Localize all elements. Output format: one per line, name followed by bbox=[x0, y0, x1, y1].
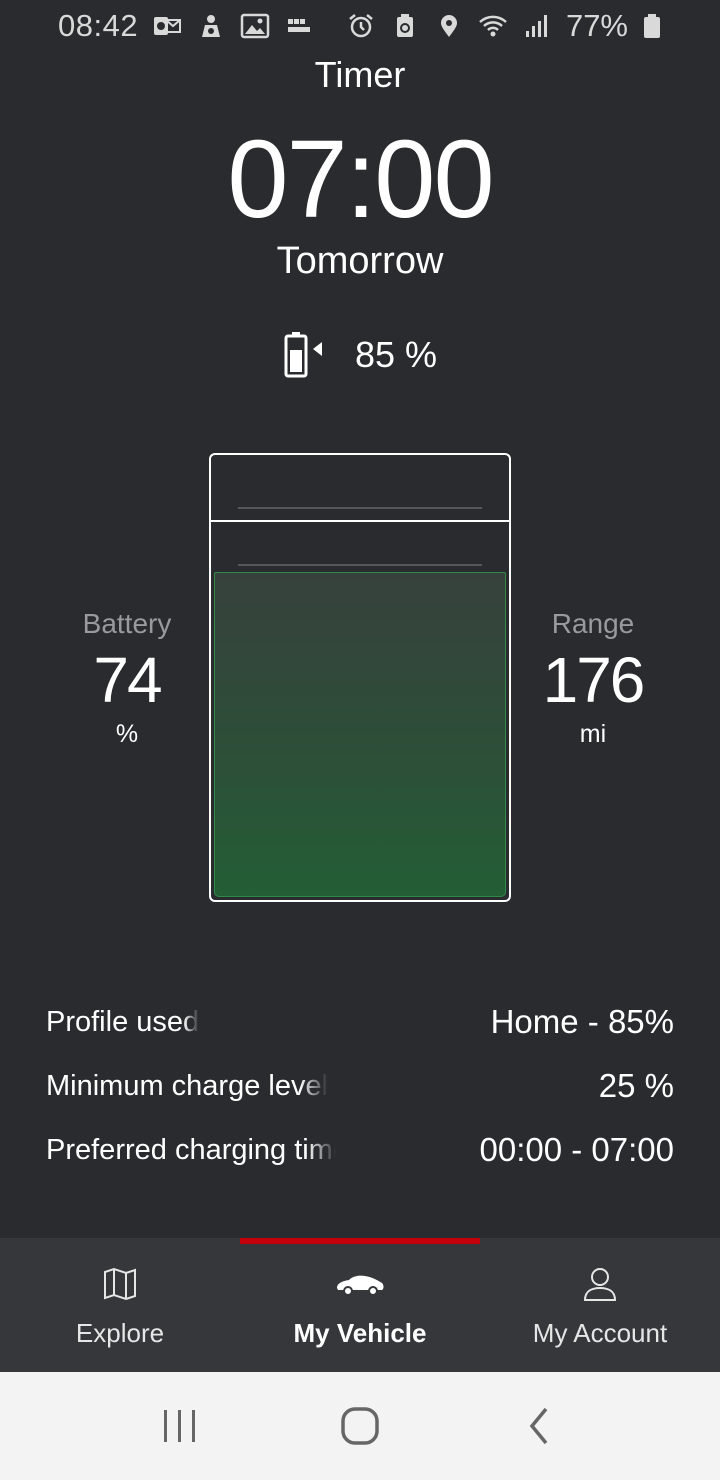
timer-time[interactable]: 07:00 bbox=[0, 120, 720, 240]
detail-row-profile[interactable]: Profile used Home - 85% bbox=[46, 990, 674, 1054]
nav-label: My Account bbox=[532, 1318, 668, 1348]
signal-icon bbox=[522, 13, 552, 39]
detail-label: Profile used bbox=[46, 1005, 200, 1038]
timer-title: Timer bbox=[314, 54, 406, 95]
detail-value: Home - 85% bbox=[490, 1003, 674, 1040]
detail-value: 25 % bbox=[598, 1067, 674, 1104]
outlook-icon bbox=[152, 13, 182, 39]
charge-details: Profile used Home - 85% Minimum charge l… bbox=[46, 990, 674, 1182]
nav-label: My Vehicle bbox=[293, 1318, 427, 1348]
nav-label: Explore bbox=[75, 1318, 165, 1348]
range-value: 176 bbox=[542, 644, 646, 716]
gauge-fill bbox=[214, 572, 506, 897]
detail-label: Minimum charge level bbox=[46, 1069, 329, 1102]
gauge-guide-line bbox=[238, 564, 482, 566]
battery-gauge bbox=[209, 453, 511, 902]
status-bar: 08:42 77% bbox=[0, 0, 720, 52]
status-time: 08:42 bbox=[58, 8, 139, 43]
range-label: Range bbox=[551, 608, 635, 639]
status-battery-percent: 77% bbox=[565, 8, 628, 43]
map-icon bbox=[100, 1264, 140, 1304]
gauge-target-divider bbox=[211, 520, 509, 522]
bottom-nav: Explore My Vehicle My Account bbox=[0, 1238, 720, 1372]
charge-target-row: 85 % bbox=[0, 330, 720, 380]
status-right: 77% bbox=[346, 8, 662, 44]
car-icon bbox=[335, 1264, 385, 1304]
bbc-news-icon bbox=[284, 13, 314, 39]
battery-value: 74 bbox=[93, 644, 162, 716]
nav-item-my-account[interactable]: My Account bbox=[480, 1238, 720, 1372]
wifi-icon bbox=[478, 13, 508, 39]
battery-charge-target-icon bbox=[283, 330, 325, 380]
charge-target-percent: 85 % bbox=[354, 334, 438, 375]
detail-label: Preferred charging time bbox=[46, 1133, 336, 1166]
battery-icon bbox=[642, 13, 662, 39]
battery-stat: Battery 74 % bbox=[37, 608, 217, 749]
gauge-guide-line bbox=[238, 507, 482, 509]
nav-item-explore[interactable]: Explore bbox=[0, 1238, 240, 1372]
gallery-icon bbox=[240, 13, 270, 39]
recents-icon[interactable] bbox=[158, 1404, 202, 1448]
recycle-icon bbox=[390, 13, 420, 39]
user-icon bbox=[580, 1264, 620, 1304]
home-icon[interactable] bbox=[338, 1404, 382, 1448]
range-stat: Range 176 mi bbox=[503, 608, 683, 749]
detail-row-preferred-time[interactable]: Preferred charging time 00:00 - 07:00 bbox=[46, 1118, 674, 1182]
vpn-icon bbox=[196, 13, 226, 39]
back-icon[interactable] bbox=[518, 1404, 562, 1448]
range-unit: mi bbox=[579, 720, 607, 748]
location-icon bbox=[434, 13, 464, 39]
timer-screen: 08:42 77% Timer 07:00 Tomorrow 85 % Batt… bbox=[0, 0, 720, 1480]
alarm-icon bbox=[346, 13, 376, 39]
detail-value: 00:00 - 07:00 bbox=[479, 1131, 675, 1168]
battery-unit: % bbox=[115, 720, 139, 748]
battery-label: Battery bbox=[82, 608, 172, 639]
nav-item-my-vehicle[interactable]: My Vehicle bbox=[240, 1238, 480, 1372]
detail-row-minimum-charge[interactable]: Minimum charge level 25 % bbox=[46, 1054, 674, 1118]
status-left: 08:42 bbox=[58, 8, 314, 44]
nav-active-indicator bbox=[240, 1238, 480, 1244]
timer-day: Tomorrow bbox=[276, 240, 444, 282]
system-nav-bar bbox=[0, 1372, 720, 1480]
